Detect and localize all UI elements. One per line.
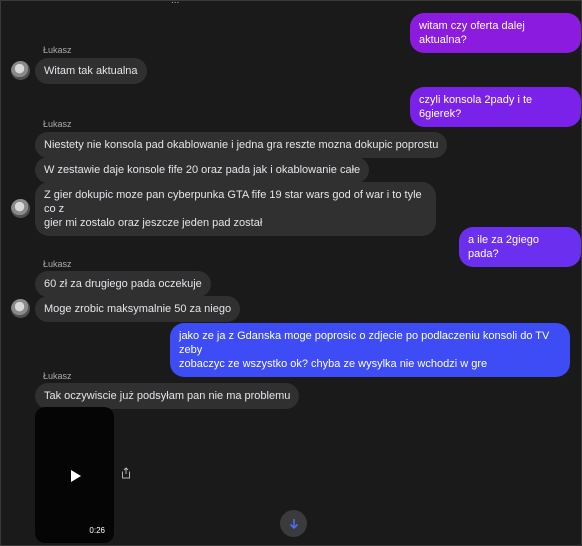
message-incoming[interactable]: Z gier dokupic moze pan cyberpunka GTA f… (35, 182, 436, 236)
play-icon[interactable] (71, 470, 81, 482)
message-incoming[interactable]: Witam tak aktualna (35, 58, 147, 84)
sender-name: Łukasz (43, 119, 72, 129)
message-outgoing[interactable]: a ile za 2giego pada? (459, 227, 581, 267)
sender-name: Łukasz (43, 45, 72, 55)
sender-name: Łukasz (43, 259, 72, 269)
message-outgoing[interactable]: czyli konsola 2pady i te 6gierek? (410, 87, 581, 127)
message-outgoing[interactable]: jako ze ja z Gdanska moge poprosic o zdj… (170, 323, 570, 377)
video-duration: 0:26 (89, 526, 105, 535)
message-text-line: gier mi zostalo oraz jeszcze jeden pad z… (44, 217, 263, 229)
message-incoming[interactable]: Moge zrobic maksymalnie 50 za niego (35, 296, 241, 322)
sender-name: Łukasz (43, 371, 72, 381)
message-text-line: Z gier dokupic moze pan cyberpunka GTA f… (44, 189, 422, 215)
message-text: W zestawie daje konsole fife 20 oraz pad… (44, 164, 361, 176)
video-attachment[interactable]: 0:26 (35, 407, 114, 543)
message-text: czyli konsola 2pady i te 6gierek? (419, 94, 533, 120)
avatar[interactable] (11, 299, 30, 318)
message-text: Witam tak aktualna (44, 65, 138, 77)
chat-window: ... witam czy oferta dalej aktualna? Łuk… (0, 0, 582, 546)
scroll-to-bottom-button[interactable] (280, 510, 307, 537)
avatar[interactable] (11, 199, 30, 218)
message-text: Niestety nie konsola pad okablowanie i j… (44, 139, 439, 151)
message-incoming[interactable]: 60 zł za drugiego pada oczekuje (35, 271, 211, 297)
previous-message-fragment: ... (171, 0, 411, 3)
share-icon[interactable] (121, 467, 131, 479)
message-text: witam czy oferta dalej aktualna? (419, 20, 525, 46)
message-text: Tak oczywiscie już podsyłam pan nie ma p… (44, 390, 291, 402)
message-text-line: zobaczyc ze wszystko ok? chyba ze wysylk… (179, 358, 488, 370)
message-incoming[interactable]: Tak oczywiscie już podsyłam pan nie ma p… (35, 383, 300, 409)
message-incoming[interactable]: Niestety nie konsola pad okablowanie i j… (35, 132, 448, 158)
avatar[interactable] (11, 61, 30, 80)
arrow-down-icon (289, 518, 298, 529)
message-text-line: jako ze ja z Gdanska moge poprosic o zdj… (179, 330, 550, 356)
message-text: a ile za 2giego pada? (468, 234, 539, 260)
message-text: 60 zł za drugiego pada oczekuje (44, 278, 202, 290)
message-text: Moge zrobic maksymalnie 50 za niego (44, 303, 232, 315)
message-outgoing[interactable]: witam czy oferta dalej aktualna? (410, 13, 581, 53)
message-incoming[interactable]: W zestawie daje konsole fife 20 oraz pad… (35, 157, 370, 183)
